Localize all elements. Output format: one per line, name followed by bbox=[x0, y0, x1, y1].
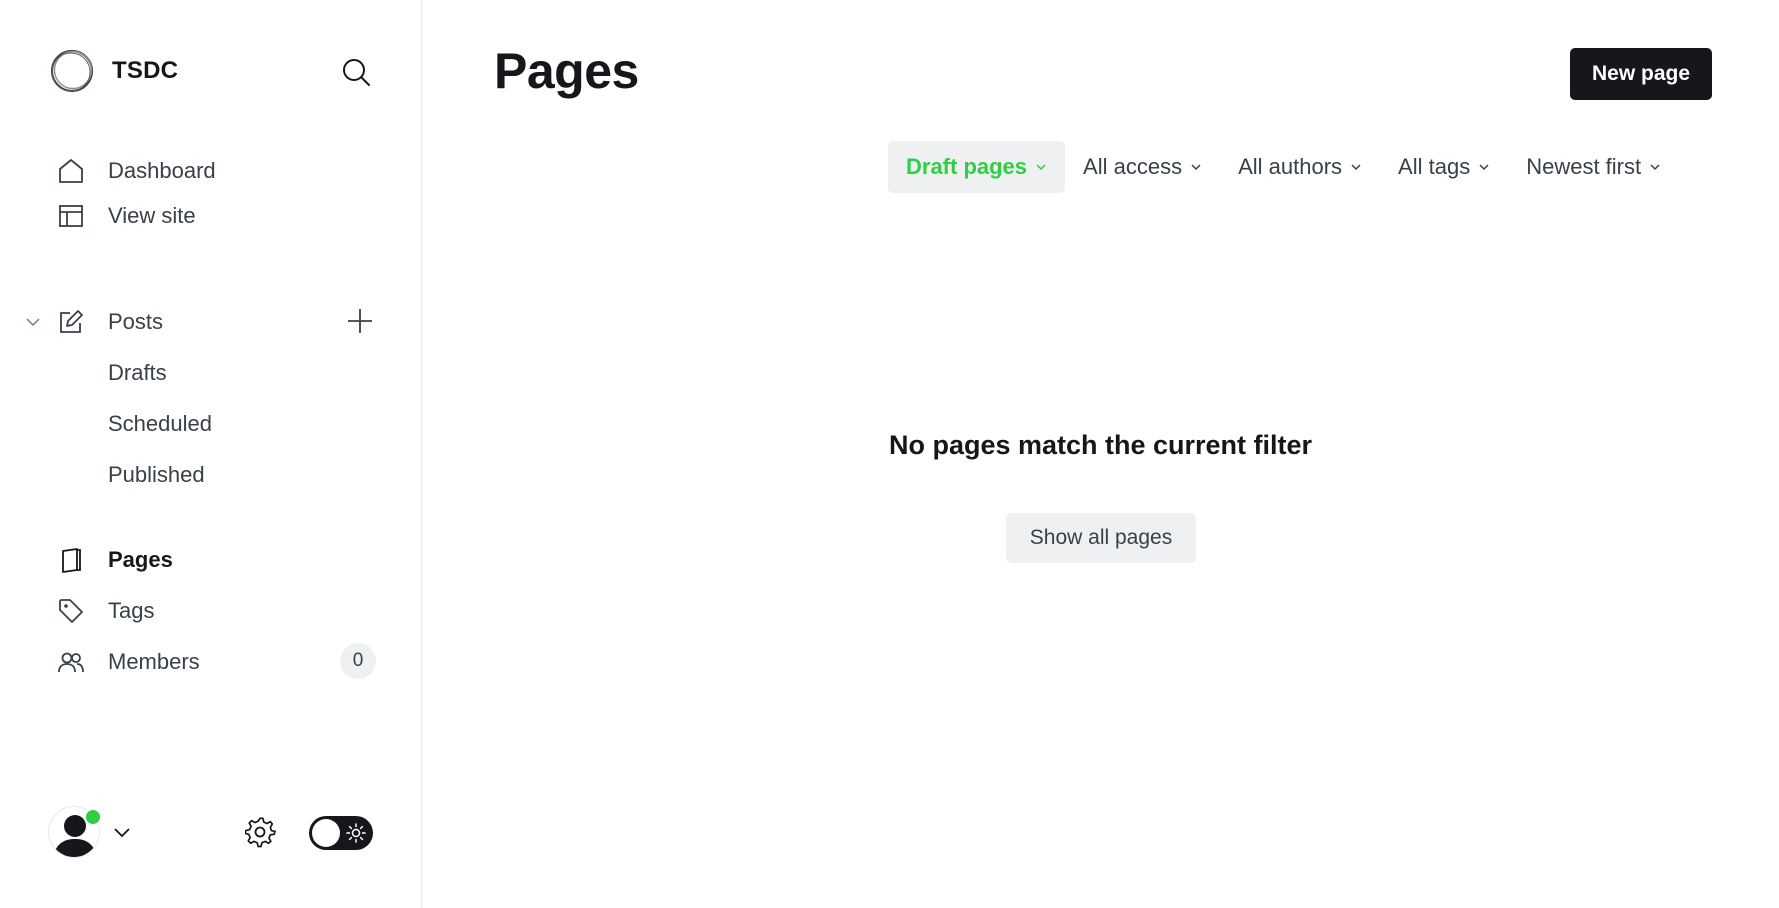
search-button[interactable] bbox=[340, 56, 372, 88]
toggle-knob bbox=[312, 819, 340, 847]
chevron-down-icon bbox=[1035, 161, 1047, 173]
online-status-dot bbox=[84, 808, 102, 826]
filter-label: Newest first bbox=[1526, 154, 1642, 179]
sidebar-item-scheduled[interactable]: Scheduled bbox=[108, 406, 212, 442]
new-page-button[interactable]: New page bbox=[1570, 48, 1712, 100]
chevron-down-icon bbox=[110, 820, 134, 844]
settings-button[interactable] bbox=[244, 816, 278, 850]
filter-access-dropdown[interactable]: All access bbox=[1065, 141, 1220, 193]
filter-authors-dropdown[interactable]: All authors bbox=[1220, 141, 1380, 193]
tag-icon bbox=[56, 596, 86, 626]
brand[interactable]: TSDC bbox=[49, 48, 178, 94]
add-post-button[interactable] bbox=[345, 306, 375, 336]
filter-label: All authors bbox=[1238, 154, 1343, 179]
filter-type-dropdown[interactable]: Draft pages bbox=[888, 141, 1066, 193]
sidebar-item-pages[interactable]: Pages bbox=[56, 540, 386, 580]
chevron-down-icon bbox=[26, 318, 40, 327]
sidebar-item-label: View site bbox=[108, 203, 196, 228]
theme-toggle[interactable] bbox=[309, 816, 373, 850]
main-content: Pages New page Draft pages All access Al… bbox=[422, 0, 1779, 908]
chevron-down-icon bbox=[1478, 161, 1490, 173]
page-icon bbox=[56, 545, 86, 575]
filter-tags-dropdown[interactable]: All tags bbox=[1380, 141, 1508, 193]
sidebar-item-tags[interactable]: Tags bbox=[56, 591, 386, 631]
sidebar-item-members[interactable]: Members bbox=[56, 642, 306, 682]
page-title: Pages bbox=[494, 43, 639, 99]
filter-label: All tags bbox=[1398, 154, 1471, 179]
sidebar-item-label: Dashboard bbox=[108, 158, 216, 183]
search-icon bbox=[343, 59, 370, 86]
sidebar-item-view-site[interactable]: View site bbox=[56, 196, 386, 236]
show-all-pages-button[interactable]: Show all pages bbox=[1006, 513, 1196, 563]
sidebar-item-label: Pages bbox=[108, 547, 173, 572]
sidebar: TSDC Dashboard View site Posts Drafts Sc… bbox=[0, 0, 422, 908]
brand-logo-icon bbox=[49, 48, 95, 94]
app: TSDC Dashboard View site Posts Drafts Sc… bbox=[0, 0, 1779, 908]
chevron-down-icon bbox=[1649, 161, 1661, 173]
sidebar-item-label: Posts bbox=[108, 309, 164, 334]
sidebar-item-published[interactable]: Published bbox=[108, 457, 205, 493]
filter-label: Draft pages bbox=[906, 154, 1028, 179]
sidebar-item-label: Members bbox=[108, 649, 200, 674]
gear-icon bbox=[245, 817, 276, 848]
sidebar-item-dashboard[interactable]: Dashboard bbox=[56, 151, 386, 191]
brand-name: TSDC bbox=[112, 57, 179, 84]
layout-icon bbox=[56, 201, 86, 231]
filter-bar: Draft pages All access All authors All t… bbox=[888, 141, 1679, 193]
filter-sort-dropdown[interactable]: Newest first bbox=[1508, 141, 1679, 193]
sidebar-item-label: Tags bbox=[108, 598, 155, 623]
filter-label: All access bbox=[1083, 154, 1183, 179]
sun-icon bbox=[346, 823, 366, 843]
sidebar-item-posts[interactable]: Posts bbox=[56, 302, 306, 342]
posts-collapse-toggle[interactable] bbox=[22, 311, 44, 333]
members-count-badge: 0 bbox=[340, 643, 376, 679]
chevron-down-icon bbox=[1190, 161, 1202, 173]
chevron-down-icon bbox=[1350, 161, 1362, 173]
sidebar-item-drafts[interactable]: Drafts bbox=[108, 355, 167, 391]
plus-icon bbox=[348, 309, 372, 333]
empty-state-message: No pages match the current filter bbox=[888, 430, 1313, 460]
edit-icon bbox=[56, 307, 86, 337]
members-icon bbox=[56, 647, 86, 677]
home-icon bbox=[56, 156, 86, 186]
